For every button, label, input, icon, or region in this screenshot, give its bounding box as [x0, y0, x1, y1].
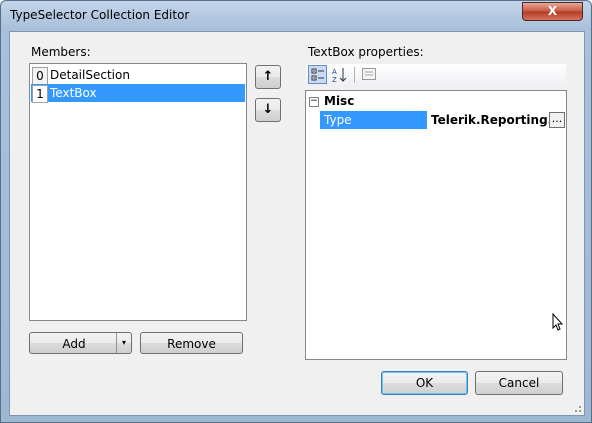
- categorized-icon: [311, 68, 324, 81]
- dialog-window: TypeSelector Collection Editor X Members…: [0, 0, 592, 423]
- add-button[interactable]: Add ▾: [29, 332, 132, 354]
- properties-toolbar: A Z: [306, 64, 566, 86]
- close-icon: X: [547, 4, 558, 18]
- cancel-button-label: Cancel: [498, 376, 540, 390]
- ok-button-label: OK: [415, 376, 434, 390]
- remove-button[interactable]: Remove: [140, 332, 243, 354]
- list-item-label: TextBox: [50, 86, 97, 100]
- add-dropdown-arrow-icon[interactable]: ▾: [116, 333, 131, 353]
- category-row-misc[interactable]: − Misc: [306, 93, 566, 111]
- list-item-index: 1: [32, 85, 48, 103]
- move-up-button[interactable]: ↑: [255, 65, 281, 89]
- property-value-type[interactable]: Telerik.Reporting.TextBox: [428, 111, 565, 129]
- move-down-button[interactable]: ↓: [255, 98, 281, 122]
- categorized-button[interactable]: [308, 65, 327, 84]
- arrow-up-icon: ↑: [262, 69, 274, 84]
- members-label: Members:: [31, 45, 91, 59]
- ok-button[interactable]: OK: [381, 371, 468, 395]
- list-item-label: DetailSection: [50, 68, 130, 82]
- resize-grip-icon[interactable]: [570, 401, 582, 413]
- ellipsis-button[interactable]: ...: [549, 112, 565, 128]
- title-bar[interactable]: TypeSelector Collection Editor X: [1, 1, 591, 31]
- close-button[interactable]: X: [522, 2, 583, 21]
- property-grid[interactable]: − Misc Type Telerik.Reporting.TextBox ..…: [305, 90, 567, 360]
- property-name-type[interactable]: Type: [320, 111, 427, 129]
- remove-button-label: Remove: [167, 337, 216, 351]
- list-item-selected[interactable]: 1 TextBox: [31, 84, 245, 103]
- list-item-index: 0: [32, 67, 48, 85]
- dialog-client-area: Members: 0 DetailSection 1 TextBox ↑ ↓ A…: [9, 31, 585, 416]
- mouse-cursor-icon: [552, 313, 564, 331]
- toolbar-separator: [354, 67, 355, 83]
- collapse-icon[interactable]: −: [309, 97, 319, 107]
- properties-label: TextBox properties:: [308, 45, 424, 59]
- arrow-down-icon: ↓: [262, 102, 274, 117]
- property-pages-button[interactable]: [359, 65, 378, 84]
- list-item[interactable]: 0 DetailSection: [31, 66, 245, 85]
- cancel-button[interactable]: Cancel: [475, 371, 563, 395]
- property-pages-icon: [361, 68, 376, 80]
- window-title: TypeSelector Collection Editor: [10, 8, 190, 22]
- alphabetical-button[interactable]: A Z: [330, 65, 349, 84]
- alphabetical-icon: A Z: [332, 68, 346, 84]
- category-label: Misc: [324, 94, 355, 108]
- svg-text:Z: Z: [332, 76, 337, 83]
- add-button-label: Add: [62, 337, 86, 351]
- svg-text:A: A: [332, 68, 337, 76]
- members-list[interactable]: 0 DetailSection 1 TextBox: [29, 63, 247, 321]
